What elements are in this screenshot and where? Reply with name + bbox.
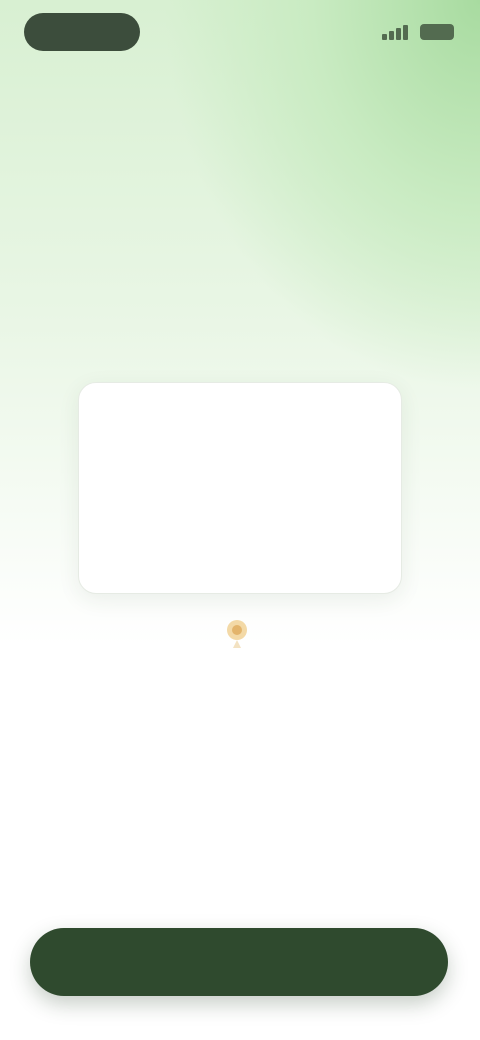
status-bar xyxy=(0,0,480,64)
status-icons xyxy=(382,24,454,40)
status-time-pill xyxy=(24,13,140,51)
info-card xyxy=(78,382,402,594)
location-pin-icon xyxy=(222,616,252,652)
battery-icon xyxy=(420,24,454,40)
continue-button[interactable] xyxy=(30,928,448,996)
signal-bars-icon xyxy=(382,24,408,40)
